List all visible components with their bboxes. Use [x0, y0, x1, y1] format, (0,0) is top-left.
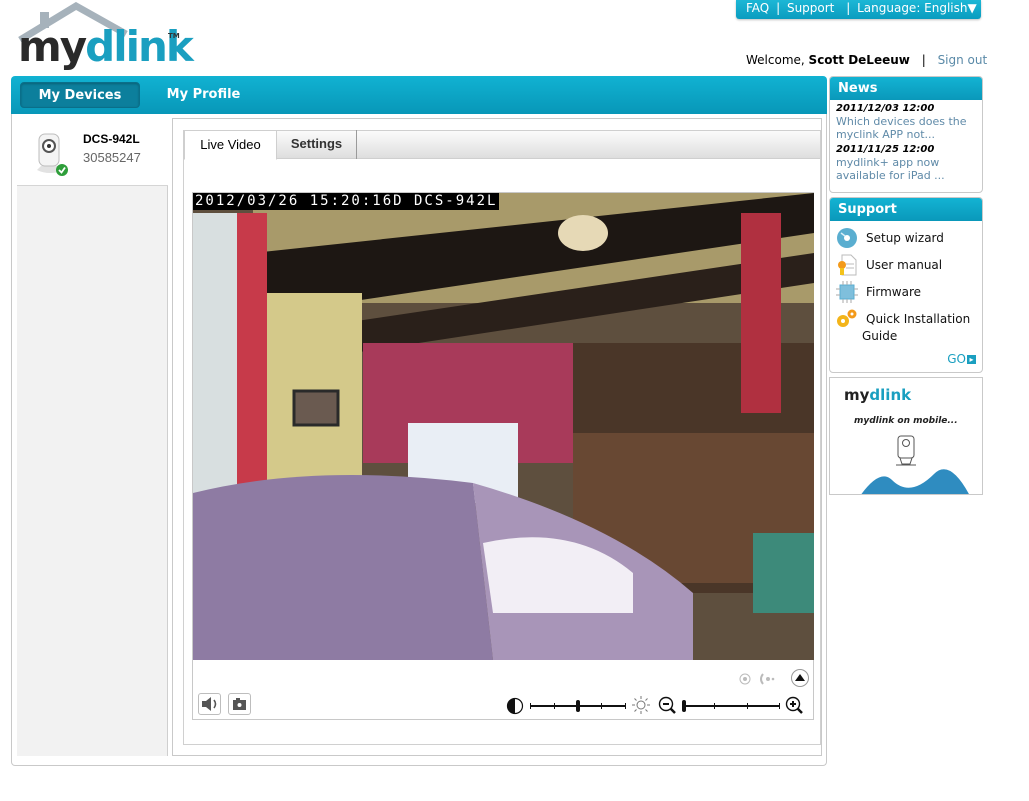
nav-my-devices[interactable]: My Devices [20, 82, 140, 108]
device-detail-panel: Live Video Settings 2012/03/26 15:20:16D… [172, 118, 822, 756]
zoom-out-button[interactable] [658, 696, 678, 716]
welcome-prefix: Welcome, [746, 53, 805, 67]
ptz-indicator-icon [760, 673, 775, 685]
mydlink-mobile-promo[interactable]: mydlink mydlink on mobile... [829, 377, 983, 495]
support-panel: Support Setup wizard User manual Firmwar… [829, 197, 983, 373]
device-list: DCS-942L 30585247 [17, 118, 168, 756]
logo-wordmark: mydlink [18, 22, 194, 71]
brightness-sun-icon [632, 696, 650, 714]
promo-tagline: mydlink on mobile... [854, 416, 958, 426]
slider-tick [554, 703, 555, 709]
snapshot-button[interactable] [228, 693, 251, 715]
nav-my-profile[interactable]: My Profile [156, 82, 251, 108]
slider-thumb[interactable] [576, 700, 580, 712]
support-link[interactable]: Support [787, 1, 834, 15]
zoom-slider[interactable] [682, 700, 780, 712]
video-frame-image [193, 193, 814, 660]
promo-illustration [861, 435, 969, 494]
dropdown-arrow-icon: ▼ [967, 1, 977, 15]
news-date: 2011/12/03 12:00 [836, 103, 935, 114]
slider-tick [714, 703, 715, 709]
trademark: TM [168, 32, 180, 40]
support-item-label: Setup wizard [866, 231, 944, 245]
news-item[interactable]: 2011/11/25 12:00 mydlink+ app now availa… [830, 144, 982, 182]
video-player: 2012/03/26 15:20:16D DCS-942L [192, 192, 814, 720]
device-list-item[interactable]: DCS-942L 30585247 [17, 118, 168, 186]
support-item-label: Quick Installation [866, 312, 971, 326]
camera-icon [233, 698, 246, 710]
separator: | [846, 1, 851, 15]
promo-logo: mydlink [844, 386, 912, 404]
top-links-bar: FAQ | Support | Language: English▼ [736, 0, 981, 19]
news-item[interactable]: 2011/12/03 12:00 Which devices does the … [830, 103, 982, 141]
record-indicator-icon [739, 673, 751, 685]
support-item-label: User manual [866, 258, 943, 272]
faq-link[interactable]: FAQ [746, 1, 769, 15]
camera-device-icon [37, 133, 68, 176]
device-name: DCS-942L [83, 132, 140, 146]
support-item-label: Firmware [866, 285, 921, 299]
news-panel: News 2011/12/03 12:00 Which devices does… [829, 76, 983, 193]
user-name: Scott DeLeeuw [808, 53, 910, 67]
tab-bar: Live Video Settings [183, 130, 821, 160]
disc-icon [837, 228, 857, 248]
separator: | [776, 1, 781, 15]
main-content: DCS-942L 30585247 Live Video Settings 20… [11, 114, 827, 766]
expand-controls-button[interactable] [791, 669, 809, 687]
language-label: Language: English [857, 1, 968, 15]
mydlink-logo[interactable]: mydlink TM [18, 2, 194, 74]
zoom-out-icon [658, 696, 676, 714]
document-icon [838, 254, 857, 276]
go-label: GO [947, 352, 966, 366]
go-button[interactable]: GO ▸ [947, 352, 976, 366]
gears-icon [837, 309, 857, 327]
camera-icon [896, 435, 916, 466]
tab-settings[interactable]: Settings [277, 130, 357, 159]
news-date: 2011/11/25 12:00 [836, 144, 935, 155]
slider-tick [530, 703, 531, 709]
slider-tick [779, 703, 780, 709]
audio-button[interactable] [198, 693, 221, 715]
brightness-slider[interactable] [530, 700, 626, 712]
zoom-in-icon [785, 696, 803, 714]
support-title: Support [830, 198, 982, 221]
device-serial: 30585247 [83, 150, 141, 165]
news-link[interactable]: mydlink+ app now available for iPad ... [836, 156, 982, 182]
slider-tick [747, 703, 748, 709]
live-video-panel: 2012/03/26 15:20:16D DCS-942L [183, 159, 821, 745]
speaker-icon [202, 697, 217, 711]
support-item-label-line2: Guide [862, 329, 898, 343]
contrast-icon [506, 697, 524, 715]
welcome-bar: Welcome, Scott DeLeeuw | Sign out [746, 53, 987, 67]
triangle-up-icon [795, 674, 805, 681]
main-nav: My Devices My Profile [11, 76, 827, 114]
slider-tick [625, 703, 626, 709]
news-link[interactable]: Which devices does the myclink APP not..… [836, 115, 982, 141]
arrow-right-icon: ▸ [967, 355, 976, 364]
video-stream[interactable]: 2012/03/26 15:20:16D DCS-942L [193, 193, 814, 660]
sign-out-link[interactable]: Sign out [938, 53, 988, 67]
slider-tick [601, 703, 602, 709]
news-title: News [830, 77, 982, 100]
chip-icon [836, 281, 858, 303]
separator: | [921, 53, 926, 67]
zoom-in-button[interactable] [785, 696, 805, 716]
tab-live-video[interactable]: Live Video [184, 130, 277, 160]
slider-thumb[interactable] [682, 700, 686, 712]
video-timestamp-overlay: 2012/03/26 15:20:16D DCS-942L [193, 193, 500, 210]
language-selector[interactable]: Language: English▼ [857, 1, 977, 15]
